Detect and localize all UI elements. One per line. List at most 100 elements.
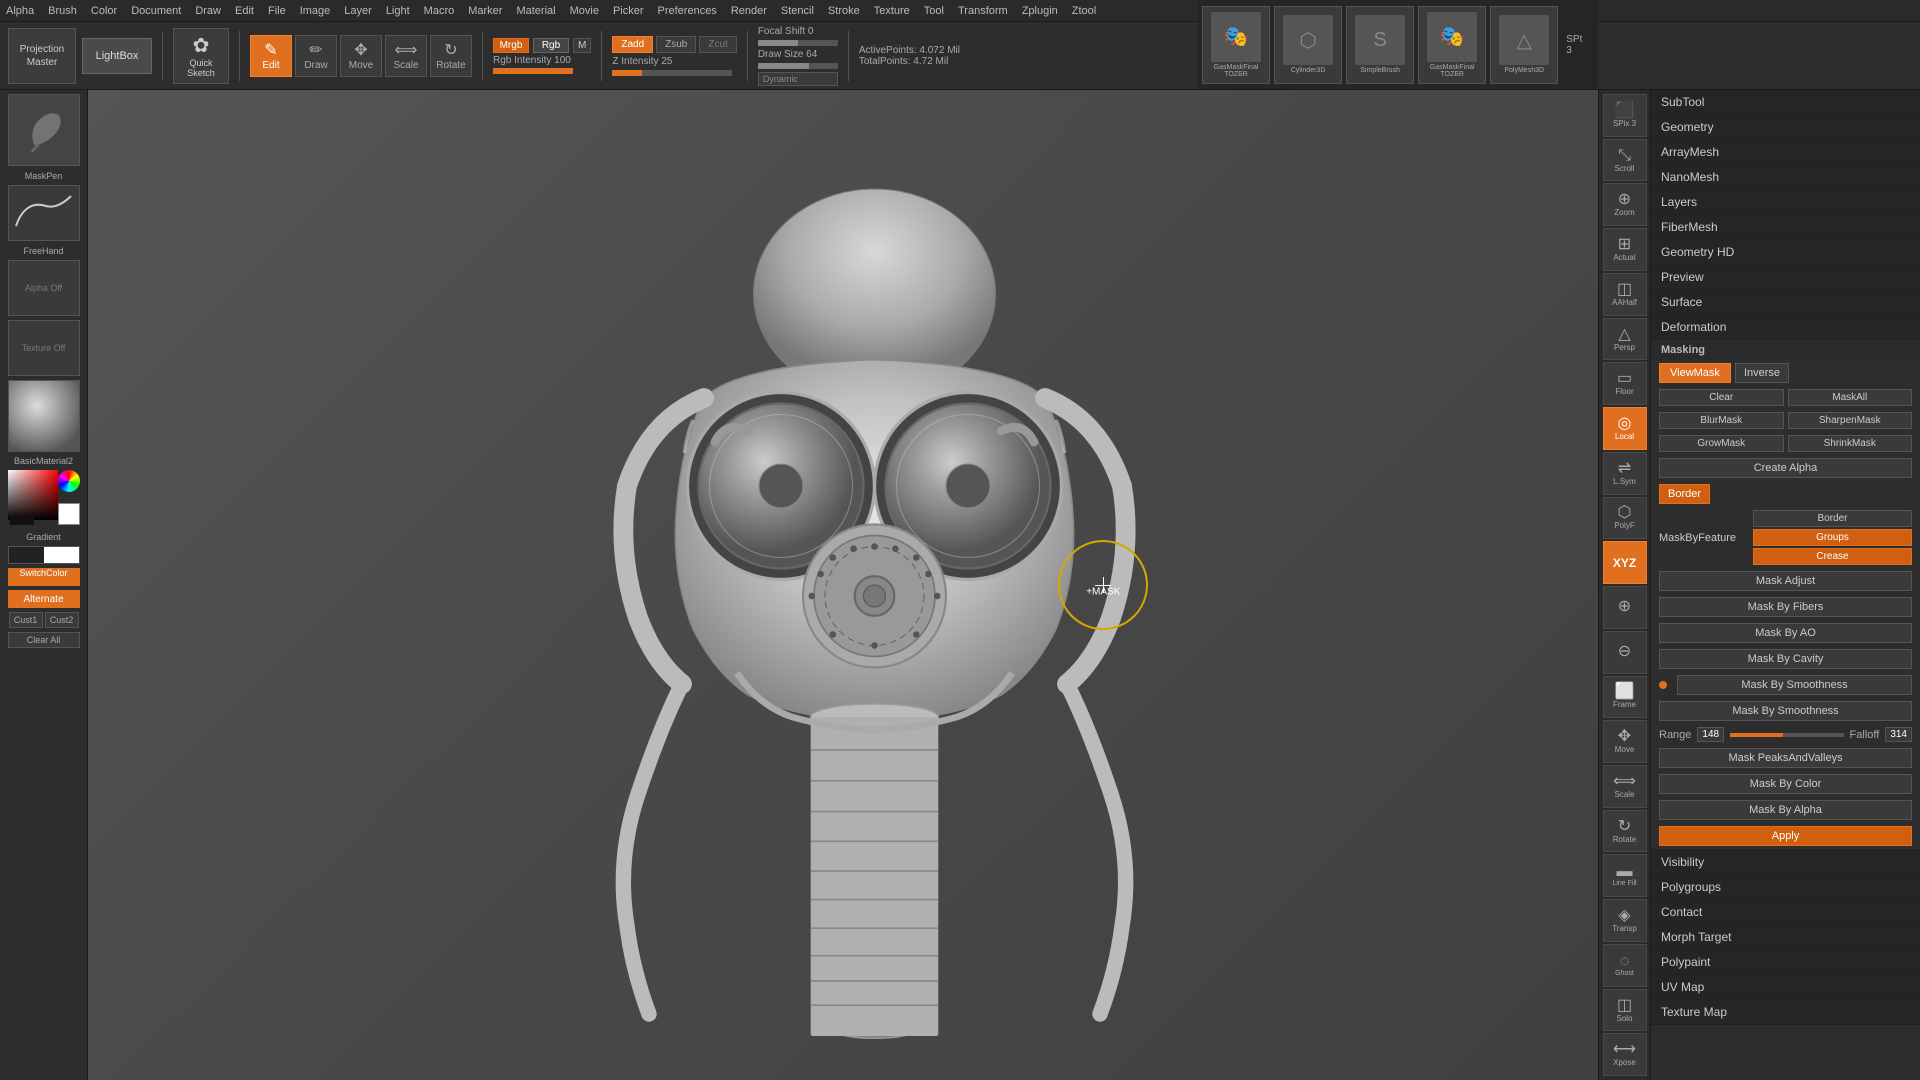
morph-target-header[interactable]: Morph Target <box>1651 925 1920 949</box>
menu-macro[interactable]: Macro <box>424 5 455 17</box>
mask-by-smoothness2-button[interactable]: Mask By Smoothness <box>1659 701 1912 721</box>
mask-by-fibers-button[interactable]: Mask By Fibers <box>1659 597 1912 617</box>
layers-header[interactable]: Layers <box>1651 190 1920 214</box>
model-thumb-4[interactable]: △ PolyMesh3D <box>1490 6 1558 84</box>
blurmask-button[interactable]: BlurMask <box>1659 412 1784 429</box>
menu-alpha[interactable]: Alpha <box>6 5 34 17</box>
arraymesh-header[interactable]: ArrayMesh <box>1651 140 1920 164</box>
model-thumb-2[interactable]: S SimpleBrush <box>1346 6 1414 84</box>
range-value[interactable]: 148 <box>1697 727 1724 742</box>
cust1-button[interactable]: Cust1 <box>9 612 43 628</box>
scale-button[interactable]: ⟺ Scale <box>385 35 427 77</box>
projection-master-button[interactable]: ProjectionMaster <box>8 28 76 84</box>
alternate-button[interactable]: Alternate <box>8 590 80 608</box>
brush-preview[interactable] <box>8 94 80 166</box>
plus-icon-btn[interactable]: ⊕ <box>1603 586 1647 629</box>
alpha-off-box[interactable]: Alpha Off <box>8 260 80 316</box>
rotate-button[interactable]: ↻ Rotate <box>430 35 472 77</box>
menu-render[interactable]: Render <box>731 5 767 17</box>
lightbox-button[interactable]: LightBox <box>82 38 152 74</box>
inverse-button[interactable]: Inverse <box>1735 363 1789 383</box>
zadd-button[interactable]: Zadd <box>612 36 653 53</box>
menu-texture[interactable]: Texture <box>874 5 910 17</box>
transp-button[interactable]: ◈ Transp <box>1603 899 1647 942</box>
mask-by-smoothness-button[interactable]: Mask By Smoothness <box>1677 675 1912 695</box>
border-button[interactable]: Border <box>1753 510 1912 527</box>
subtool-header[interactable]: SubTool <box>1651 90 1920 114</box>
model-thumb-3[interactable]: 🎭 GasMaskFinalTOZБR <box>1418 6 1486 84</box>
maskall-button[interactable]: MaskAll <box>1788 389 1913 406</box>
menu-transform[interactable]: Transform <box>958 5 1008 17</box>
mask-by-color-button[interactable]: Mask By Color <box>1659 774 1912 794</box>
scale-side-button[interactable]: ⟺ Scale <box>1603 765 1647 808</box>
uv-map-header[interactable]: UV Map <box>1651 975 1920 999</box>
range-slider[interactable] <box>1730 733 1843 737</box>
model-thumb-1[interactable]: ⬡ Cylinder3D <box>1274 6 1342 84</box>
freehand-preview[interactable] <box>8 185 80 241</box>
draw-size-slider[interactable] <box>758 63 838 69</box>
rgb-value[interactable]: Rgb <box>533 38 569 53</box>
spit-button[interactable]: ⬛ SPix 3 <box>1603 94 1647 137</box>
clear-all-button[interactable]: Clear All <box>8 632 80 648</box>
menu-material[interactable]: Material <box>516 5 555 17</box>
menu-brush[interactable]: Brush <box>48 5 77 17</box>
move-side-button[interactable]: ✥ Move <box>1603 720 1647 763</box>
menu-light[interactable]: Light <box>386 5 410 17</box>
model-thumb-0[interactable]: 🎭 GasMaskFinalTOZБR <box>1202 6 1270 84</box>
menu-image[interactable]: Image <box>300 5 331 17</box>
contact-header[interactable]: Contact <box>1651 900 1920 924</box>
minus-icon-btn[interactable]: ⊖ <box>1603 631 1647 674</box>
menu-preferences[interactable]: Preferences <box>658 5 717 17</box>
menu-edit[interactable]: Edit <box>235 5 254 17</box>
menu-picker[interactable]: Picker <box>613 5 644 17</box>
menu-file[interactable]: File <box>268 5 286 17</box>
texture-map-header[interactable]: Texture Map <box>1651 1000 1920 1024</box>
menu-draw[interactable]: Draw <box>195 5 221 17</box>
menu-tool[interactable]: Tool <box>924 5 944 17</box>
menu-movie[interactable]: Movie <box>570 5 599 17</box>
rotate-side-button[interactable]: ↻ Rotate <box>1603 810 1647 853</box>
floor-button[interactable]: ▭ Floor <box>1603 362 1647 405</box>
actual-button[interactable]: ⊞ Actual <box>1603 228 1647 271</box>
menu-marker[interactable]: Marker <box>468 5 502 17</box>
ghost-button[interactable]: ◌ Ghost <box>1603 944 1647 987</box>
texture-off-box[interactable]: Texture Off <box>8 320 80 376</box>
fibermesh-header[interactable]: FiberMesh <box>1651 215 1920 239</box>
mask-adjust-button[interactable]: Mask Adjust <box>1659 571 1912 591</box>
draw-button[interactable]: ✏ Draw <box>295 35 337 77</box>
material-sphere[interactable] <box>8 380 80 452</box>
solo-button[interactable]: ◫ Solo <box>1603 989 1647 1032</box>
surface-header[interactable]: Surface <box>1651 290 1920 314</box>
menu-zplugin[interactable]: Zplugin <box>1022 5 1058 17</box>
menu-document[interactable]: Document <box>131 5 181 17</box>
main-viewport[interactable]: +MASK <box>88 90 1650 1080</box>
zsub-button[interactable]: Zsub <box>656 36 696 53</box>
mask-peaks-button[interactable]: Mask PeaksAndValleys <box>1659 748 1912 768</box>
zcut-button[interactable]: Zcut <box>699 36 736 53</box>
edit-button[interactable]: ✎ Edit <box>250 35 292 77</box>
move-button[interactable]: ✥ Move <box>340 35 382 77</box>
zoom-button[interactable]: ⊕ Zoom <box>1603 183 1647 226</box>
mask-by-alpha-button[interactable]: Mask By Alpha <box>1659 800 1912 820</box>
xpose-button[interactable]: ⟷ Xpose <box>1603 1033 1647 1076</box>
polyf-button[interactable]: ⬡ PolyF <box>1603 497 1647 540</box>
switch-color-button[interactable]: SwitchColor <box>8 568 80 586</box>
z-intensity-slider[interactable] <box>612 70 732 76</box>
sharpenmask-button[interactable]: SharpenMask <box>1788 412 1913 429</box>
cust2-button[interactable]: Cust2 <box>45 612 79 628</box>
masking-header[interactable]: Masking <box>1651 340 1920 360</box>
apply-button[interactable]: Apply <box>1659 826 1912 846</box>
menu-ztool[interactable]: Ztool <box>1072 5 1096 17</box>
polygroups-header[interactable]: Polygroups <box>1651 875 1920 899</box>
visibility-header[interactable]: Visibility <box>1651 850 1920 874</box>
lsym-button[interactable]: ⇌ L.Sym <box>1603 452 1647 495</box>
menu-layer[interactable]: Layer <box>344 5 372 17</box>
nanomesh-header[interactable]: NanoMesh <box>1651 165 1920 189</box>
menu-stroke[interactable]: Stroke <box>828 5 860 17</box>
growmask-button[interactable]: GrowMask <box>1659 435 1784 452</box>
frame-button[interactable]: ⬜ Frame <box>1603 676 1647 719</box>
viewmask-button[interactable]: ViewMask <box>1659 363 1731 383</box>
linefill-button[interactable]: ▬ Line Fill <box>1603 854 1647 897</box>
mask-by-ao-button[interactable]: Mask By AO <box>1659 623 1912 643</box>
rgb-intensity-slider[interactable] <box>493 68 573 74</box>
